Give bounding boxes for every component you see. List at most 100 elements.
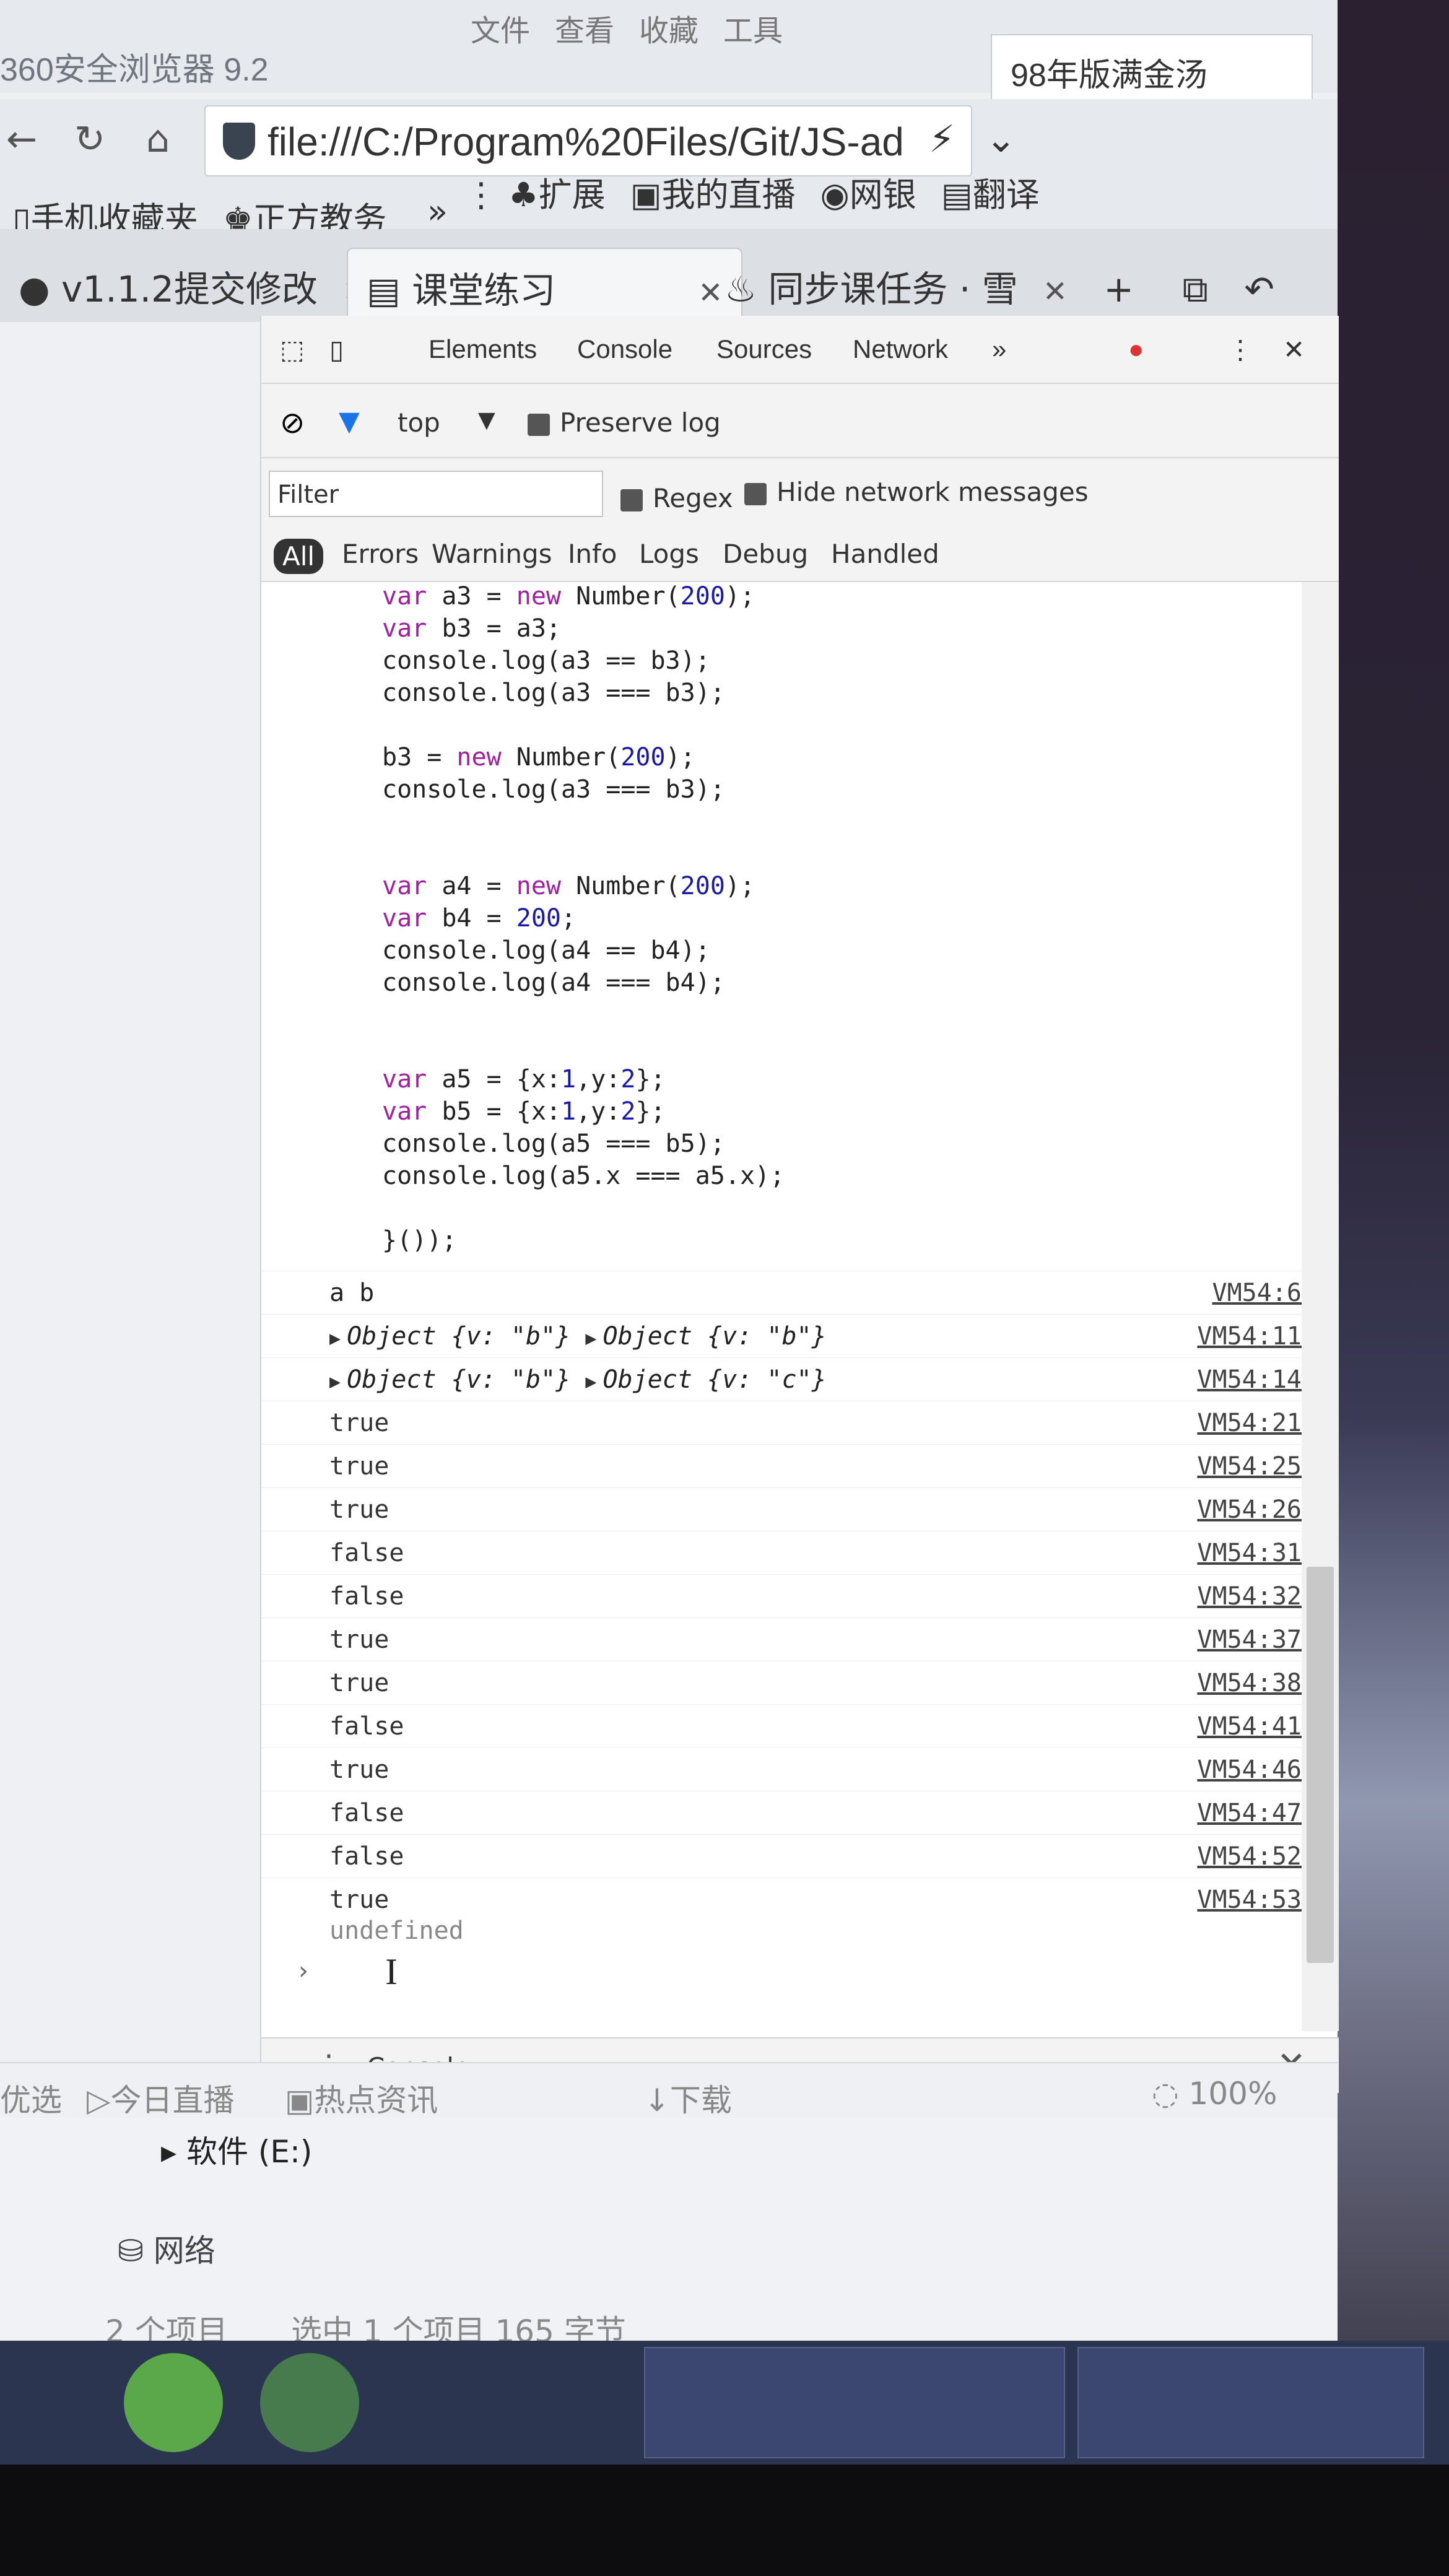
code-line: console.log(a4 == b4);: [382, 936, 710, 965]
console-message-row: false VM54:41: [261, 1704, 1302, 1747]
extensions-button[interactable]: ⋮ ♣扩展: [464, 167, 606, 216]
search-input[interactable]: 98年版满金汤: [991, 34, 1313, 102]
close-icon[interactable]: ✕: [1043, 274, 1068, 309]
level-logs[interactable]: Logs: [639, 539, 699, 569]
security-shield-icon: [223, 123, 255, 160]
source-link[interactable]: VM54:6: [1165, 1279, 1302, 1307]
source-link[interactable]: VM54:31: [1165, 1539, 1302, 1567]
console-message-text: false: [329, 1712, 404, 1741]
source-link[interactable]: VM54:26: [1165, 1495, 1302, 1524]
level-info[interactable]: Info: [568, 539, 617, 569]
tab-elements[interactable]: Elements: [429, 334, 537, 364]
code-line: b3 = new Number(200);: [382, 743, 695, 772]
menu-item[interactable]: 收藏: [639, 0, 698, 50]
tab-v112[interactable]: ● v1.1.2提交修改✕: [0, 248, 386, 316]
kebab-menu-icon[interactable]: ⋮: [1227, 334, 1253, 365]
error-count-icon[interactable]: ●: [1128, 334, 1144, 364]
tab-network[interactable]: Network: [853, 334, 948, 364]
more-chevron-icon[interactable]: »: [427, 192, 448, 231]
code-line: var b5 = {x:1,y:2};: [382, 1097, 666, 1126]
bank-button[interactable]: ◉网银: [820, 167, 916, 216]
new-tab-icon[interactable]: +: [1103, 268, 1134, 310]
source-link[interactable]: VM54:14: [1165, 1365, 1302, 1394]
address-bar[interactable]: file:///C:/Program%20Files/Git/JS-ad: [204, 105, 972, 176]
statusbar-item[interactable]: ↓下载: [644, 2076, 732, 2120]
regex-checkbox[interactable]: Regex: [620, 483, 733, 513]
source-link[interactable]: VM54:21: [1165, 1409, 1302, 1437]
source-link[interactable]: VM54:52: [1165, 1842, 1302, 1871]
lightning-icon[interactable]: ⚡: [929, 118, 955, 161]
preserve-log-checkbox[interactable]: Preserve log: [528, 407, 721, 438]
source-link[interactable]: VM54:46: [1165, 1756, 1302, 1784]
translate-button[interactable]: ▤翻译: [941, 167, 1040, 216]
tab-sync[interactable]: ♨ 同步课任务 · 雪 ✕ + ⧉ ↶: [706, 248, 1293, 316]
menu-strip: 文件 查看 收藏 工具: [471, 0, 783, 50]
menu-item[interactable]: 文件: [471, 0, 530, 50]
code-line: console.log(a3 == b3);: [382, 646, 710, 675]
console-message-row: ▶ Object {v: "b"} ▶ Object {v: "b"} VM54:11: [261, 1314, 1302, 1357]
filter-input[interactable]: Filter: [269, 471, 603, 517]
more-tabs-icon[interactable]: »: [992, 334, 1006, 364]
source-link[interactable]: VM54:41: [1165, 1712, 1302, 1741]
console-message-text: false: [329, 1842, 404, 1871]
device-icon[interactable]: ▯: [329, 334, 344, 365]
drive-item[interactable]: ▸ 软件 (E:): [161, 2127, 312, 2172]
menu-item[interactable]: 工具: [723, 0, 783, 50]
level-warnings[interactable]: Warnings: [432, 539, 552, 569]
console-message-text[interactable]: ▶ Object {v: "b"} ▶ Object {v: "c"}: [329, 1365, 827, 1394]
browser-360-icon[interactable]: [124, 2353, 223, 2452]
source-link[interactable]: VM54:47: [1165, 1799, 1302, 1827]
source-link[interactable]: VM54:11: [1165, 1322, 1302, 1351]
network-item[interactable]: ⛁ 网络: [118, 2226, 215, 2271]
tab-sources[interactable]: Sources: [716, 334, 812, 364]
console-message-row: false VM54:52: [261, 1834, 1302, 1878]
code-line: var a3 = new Number(200);: [382, 582, 755, 611]
scroll-thumb[interactable]: [1307, 1567, 1334, 1963]
console-message-text[interactable]: ▶ Object {v: "b"} ▶ Object {v: "b"}: [329, 1322, 827, 1351]
context-select[interactable]: top: [398, 407, 440, 438]
level-all[interactable]: All: [274, 539, 324, 574]
source-link[interactable]: VM54:32: [1165, 1582, 1302, 1611]
restore-icon[interactable]: ⧉: [1182, 268, 1208, 310]
filter-icon[interactable]: ▼: [339, 406, 360, 437]
console-message-row: a b VM54:6: [261, 1271, 1302, 1314]
explorer-task[interactable]: [1077, 2347, 1424, 2458]
statusbar-item[interactable]: ▣热点资讯: [285, 2076, 438, 2120]
refresh-icon[interactable]: ↻: [68, 118, 111, 161]
live-button[interactable]: ▣我的直播: [630, 167, 796, 216]
browser-360-icon[interactable]: [260, 2353, 359, 2452]
inspect-icon[interactable]: ⬚: [280, 334, 305, 365]
code-line: var a5 = {x:1,y:2};: [382, 1065, 666, 1094]
tab-console[interactable]: Console: [577, 334, 672, 364]
home-icon[interactable]: ⌂: [136, 118, 180, 161]
code-line: console.log(a3 === b3);: [382, 775, 725, 804]
console-message-row: true VM54:21: [261, 1401, 1302, 1444]
return-value: undefined: [329, 1917, 464, 1945]
statusbar-item[interactable]: ▷今日直播: [87, 2076, 234, 2120]
source-link[interactable]: VM54:53: [1165, 1886, 1302, 1914]
level-debug[interactable]: Debug: [723, 539, 808, 569]
chevron-down-icon[interactable]: ▼: [478, 407, 495, 433]
source-link[interactable]: VM54:38: [1165, 1669, 1302, 1697]
level-handled[interactable]: Handled: [831, 539, 939, 569]
text-cursor-icon[interactable]: I: [385, 1951, 398, 1993]
close-icon[interactable]: ✕: [1283, 334, 1305, 365]
vscode-task[interactable]: [644, 2347, 1065, 2458]
tab-classroom[interactable]: ▤ 课堂练习 ✕: [347, 248, 743, 316]
undo-icon[interactable]: ↶: [1244, 268, 1274, 310]
statusbar-item[interactable]: 优选: [0, 2076, 62, 2120]
console-output[interactable]: var a3 = new Number(200); var b3 = a3; con…: [261, 582, 1302, 2031]
browser-titlebar: 360安全浏览器 9.2 文件 查看 收藏 工具 98年版满金汤: [0, 0, 1338, 102]
clear-console-icon[interactable]: ⊘: [280, 406, 305, 440]
scrollbar[interactable]: [1302, 582, 1339, 2031]
back-icon[interactable]: ←: [0, 118, 43, 161]
zoom-level[interactable]: ◌ 100%: [1152, 2076, 1277, 2112]
menu-item[interactable]: 查看: [555, 0, 614, 50]
source-link[interactable]: VM54:37: [1165, 1625, 1302, 1654]
source-link[interactable]: VM54:25: [1165, 1452, 1302, 1481]
console-message-text: true: [329, 1669, 389, 1697]
code-line: console.log(a5 === b5);: [382, 1129, 725, 1158]
chevron-down-icon[interactable]: ⌄: [985, 118, 1016, 161]
hide-network-checkbox[interactable]: Hide network messages: [744, 477, 1089, 507]
level-errors[interactable]: Errors: [342, 539, 419, 569]
